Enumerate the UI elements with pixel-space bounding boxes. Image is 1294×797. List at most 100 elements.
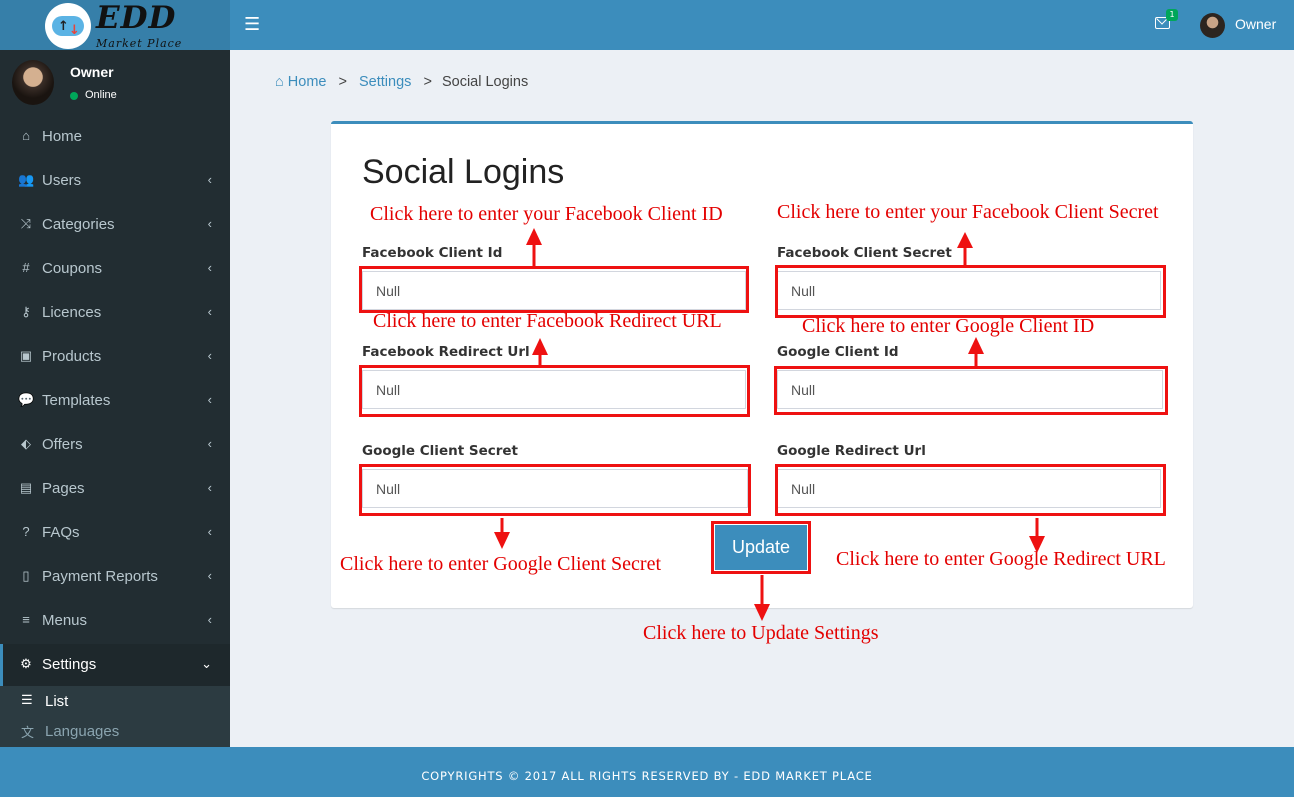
sidebar-menu: ⌂ Home 👥 Users ‹ ⤨ Categories ‹ # Coupons ‹ ⚷ Licenc… — [0, 116, 230, 688]
google-client-secret-label: Google Client Secret — [362, 443, 519, 459]
hamburger-icon[interactable]: ☰ — [244, 14, 260, 35]
footer: COPYRIGHTS © 2017 ALL RIGHTS RESERVED BY… — [0, 747, 1294, 797]
top-navbar: ☰ 1 Owner — [230, 0, 1294, 50]
google-client-secret-input[interactable] — [362, 469, 748, 508]
chevron-left-icon: ‹ — [207, 612, 212, 627]
sidebar-item-label: Settings — [42, 656, 97, 673]
update-button[interactable]: Update — [715, 525, 807, 570]
chevron-left-icon: ‹ — [207, 216, 212, 231]
briefcase-icon: ▣ — [19, 348, 33, 363]
submenu-item-list[interactable]: ☰ List — [0, 686, 230, 716]
footer-copyright: COPYRIGHTS © 2017 ALL RIGHTS RESERVED BY… — [421, 769, 873, 783]
annotation-update: Click here to Update Settings — [643, 622, 879, 644]
gear-icon: ⚙ — [20, 656, 32, 671]
chevron-left-icon: ‹ — [207, 568, 212, 583]
sidebar-item-payment-reports[interactable]: ▯ Payment Reports ‹ — [0, 556, 230, 600]
breadcrumb-settings[interactable]: Settings — [359, 74, 411, 90]
google-redirect-url-input[interactable] — [777, 469, 1161, 508]
fb-redirect-url-label: Facebook Redirect Url — [362, 344, 530, 360]
chevron-down-icon: ⌄ — [201, 656, 212, 671]
fb-client-id-label: Facebook Client Id — [362, 245, 503, 261]
google-redirect-url-label: Google Redirect Url — [777, 443, 926, 459]
sidebar-item-label: Payment Reports — [42, 568, 158, 585]
sidebar-item-settings[interactable]: ⚙ Settings ⌄ — [0, 644, 230, 688]
random-icon: ⤨ — [20, 216, 32, 231]
chevron-left-icon: ‹ — [207, 480, 212, 495]
breadcrumb-separator: > — [423, 74, 432, 90]
chevron-left-icon: ‹ — [207, 348, 212, 363]
sidebar-item-home[interactable]: ⌂ Home — [0, 116, 230, 160]
annotation-fb-client-id: Click here to enter your Facebook Client… — [370, 203, 723, 225]
annotation-google-client-id: Click here to enter Google Client ID — [802, 315, 1095, 337]
key-icon: ⚷ — [21, 304, 31, 319]
submenu-item-label: Languages — [45, 723, 120, 740]
submenu-item-languages[interactable]: 文 Languages — [0, 716, 230, 746]
chevron-left-icon: ‹ — [207, 172, 212, 187]
fb-client-secret-input[interactable] — [777, 271, 1161, 310]
user-avatar[interactable] — [1200, 13, 1225, 38]
fb-client-id-input[interactable] — [362, 271, 746, 310]
sidebar-item-pages[interactable]: ▤ Pages ‹ — [0, 468, 230, 512]
sidebar-item-faqs[interactable]: ? FAQs ‹ — [0, 512, 230, 556]
home-icon: ⌂ — [22, 128, 30, 143]
page-title: Social Logins — [362, 153, 565, 191]
chevron-left-icon: ‹ — [207, 436, 212, 451]
online-status-text: Online — [85, 89, 117, 101]
sidebar-item-label: Licences — [42, 304, 102, 321]
breadcrumb-home[interactable]: ⌂ Home — [275, 74, 326, 90]
sidebar-item-label: FAQs — [42, 524, 80, 541]
sidebar-item-products[interactable]: ▣ Products ‹ — [0, 336, 230, 380]
sidebar-item-templates[interactable]: 💬 Templates ‹ — [0, 380, 230, 424]
home-icon: ⌂ — [275, 74, 284, 90]
file-icon: ▯ — [22, 568, 30, 583]
sidebar-item-label: Menus — [42, 612, 88, 629]
submenu-item-label: List — [45, 693, 69, 710]
sidebar-item-label: Categories — [42, 216, 115, 233]
fb-redirect-url-input[interactable] — [362, 370, 746, 409]
users-icon: 👥 — [18, 172, 35, 187]
sidebar: Owner Online ⌂ Home 👥 Users ‹ ⤨ Categories ‹ # Co… — [0, 50, 230, 747]
google-client-id-input[interactable] — [777, 370, 1163, 409]
question-icon: ? — [22, 524, 30, 539]
sidebar-user-name: Owner — [70, 64, 114, 80]
user-menu-name[interactable]: Owner — [1235, 16, 1276, 32]
sidebar-item-label: Products — [42, 348, 102, 365]
bars-icon: ≡ — [22, 612, 30, 627]
breadcrumb-separator: > — [338, 74, 347, 90]
sidebar-item-label: Coupons — [42, 260, 103, 277]
comment-icon: 💬 — [18, 392, 35, 407]
chevron-left-icon: ‹ — [207, 524, 212, 539]
tags-icon: ⬖ — [21, 436, 31, 451]
brand-logo-area[interactable]: ↑ ↓ EDD Market Place — [0, 0, 230, 50]
chevron-left-icon: ‹ — [207, 304, 212, 319]
hashtag-icon: # — [22, 260, 30, 275]
sidebar-item-licences[interactable]: ⚷ Licences ‹ — [0, 292, 230, 336]
breadcrumb: ⌂ Home > Settings > Social Logins — [275, 74, 528, 90]
brand-subtitle: Market Place — [96, 37, 183, 50]
breadcrumb-current: Social Logins — [441, 74, 529, 90]
file-text-icon: ▤ — [19, 480, 33, 495]
mail-badge: 1 — [1166, 9, 1178, 21]
sidebar-item-label: Offers — [42, 436, 83, 453]
sidebar-item-label: Pages — [42, 480, 85, 497]
sidebar-avatar — [12, 60, 54, 105]
sidebar-item-menus[interactable]: ≡ Menus ‹ — [0, 600, 230, 644]
sidebar-item-categories[interactable]: ⤨ Categories ‹ — [0, 204, 230, 248]
cloud-upload-download-icon: ↑ ↓ — [45, 3, 91, 49]
chevron-left-icon: ‹ — [207, 260, 212, 275]
annotation-fb-client-secret: Click here to enter your Facebook Client… — [777, 201, 1159, 223]
fb-client-secret-label: Facebook Client Secret — [777, 245, 952, 261]
annotation-fb-redirect-url: Click here to enter Facebook Redirect UR… — [373, 310, 722, 332]
sidebar-item-label: Templates — [42, 392, 111, 409]
sidebar-item-coupons[interactable]: # Coupons ‹ — [0, 248, 230, 292]
list-icon: ☰ — [21, 692, 33, 707]
google-client-id-label: Google Client Id — [777, 344, 899, 360]
annotation-google-redirect-url: Click here to enter Google Redirect URL — [836, 548, 1166, 570]
sidebar-item-offers[interactable]: ⬖ Offers ‹ — [0, 424, 230, 468]
chevron-left-icon: ‹ — [207, 392, 212, 407]
user-panel: Owner Online — [0, 50, 230, 116]
sidebar-item-users[interactable]: 👥 Users ‹ — [0, 160, 230, 204]
brand-title: EDD — [96, 0, 177, 36]
settings-submenu: ☰ List 文 Languages — [0, 686, 230, 747]
language-icon: 文 — [21, 725, 35, 740]
